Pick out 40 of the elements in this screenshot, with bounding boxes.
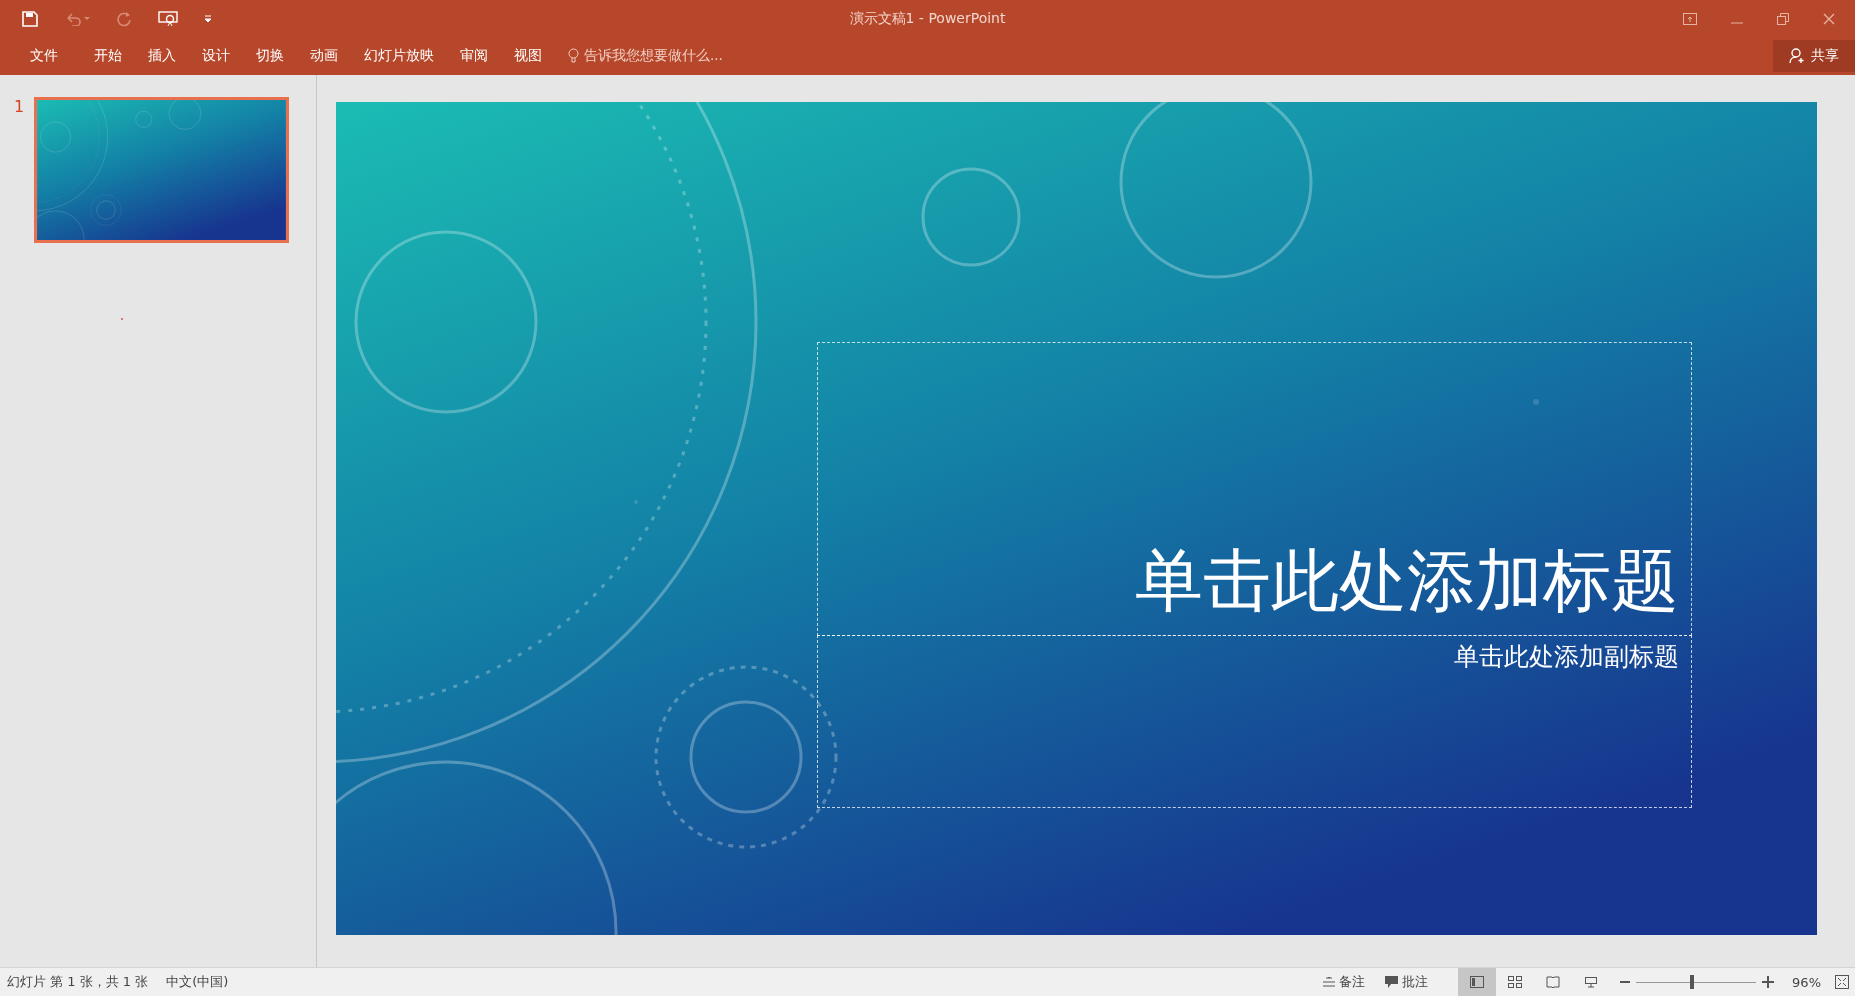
- ribbon-tab[interactable]: 设计: [192, 43, 240, 69]
- ribbon-tab[interactable]: 审阅: [450, 43, 498, 69]
- dropdown-icon[interactable]: [204, 14, 212, 23]
- fit-to-window-icon[interactable]: [1835, 975, 1849, 989]
- ribbon-tab[interactable]: 动画: [300, 43, 348, 69]
- lightbulb-icon: [568, 48, 579, 64]
- slide-number: 1: [14, 97, 26, 116]
- slide-subtitle: 单击此处添加副标题: [1454, 641, 1680, 673]
- notes-icon: [1323, 977, 1336, 987]
- ribbon-display-icon[interactable]: [1683, 12, 1697, 25]
- language-status[interactable]: 中文(中国): [166, 973, 229, 991]
- book-icon: [1546, 976, 1561, 988]
- save-icon[interactable]: [22, 10, 38, 27]
- grid-icon: [1508, 976, 1523, 988]
- normal-view-icon: [1470, 976, 1485, 988]
- subtitle-placeholder[interactable]: 单击此处添加副标题: [817, 635, 1692, 808]
- zoom-in-icon[interactable]: [1762, 976, 1775, 988]
- notes-button[interactable]: 备注: [1313, 968, 1376, 996]
- person-icon: [1789, 48, 1805, 64]
- ribbon-tab[interactable]: 切换: [246, 43, 294, 69]
- presentation-icon[interactable]: [158, 10, 178, 27]
- slide-title: 单击此处添加标题: [1135, 540, 1680, 622]
- window-title: 演示文稿1 - PowerPoint: [849, 10, 1006, 26]
- zoom-level[interactable]: 96%: [1792, 974, 1821, 990]
- ribbon-tab[interactable]: 视图: [504, 43, 552, 69]
- ribbon-tab[interactable]: 插入: [138, 43, 186, 69]
- projector-screen-icon: [1584, 976, 1599, 988]
- ribbon-tab[interactable]: 幻灯片放映: [354, 43, 444, 69]
- restore-icon[interactable]: [1777, 12, 1789, 25]
- speech-bubble-icon: [1385, 976, 1399, 988]
- zoom-slider-thumb[interactable]: [1690, 975, 1695, 989]
- slide-count: 幻灯片 第 1 张，共 1 张: [7, 973, 149, 991]
- share-button[interactable]: 共享: [1773, 40, 1855, 72]
- ribbon-tab[interactable]: 开始: [84, 43, 132, 69]
- tell-me-field[interactable]: 告诉我您想要做什么...: [584, 47, 723, 65]
- close-icon[interactable]: [1823, 12, 1835, 25]
- ribbon-tab[interactable]: 文件: [20, 43, 68, 69]
- title-placeholder[interactable]: 单击此处添加标题: [817, 342, 1692, 636]
- comments-button[interactable]: 批注: [1375, 968, 1439, 996]
- view-button[interactable]: [1458, 968, 1497, 996]
